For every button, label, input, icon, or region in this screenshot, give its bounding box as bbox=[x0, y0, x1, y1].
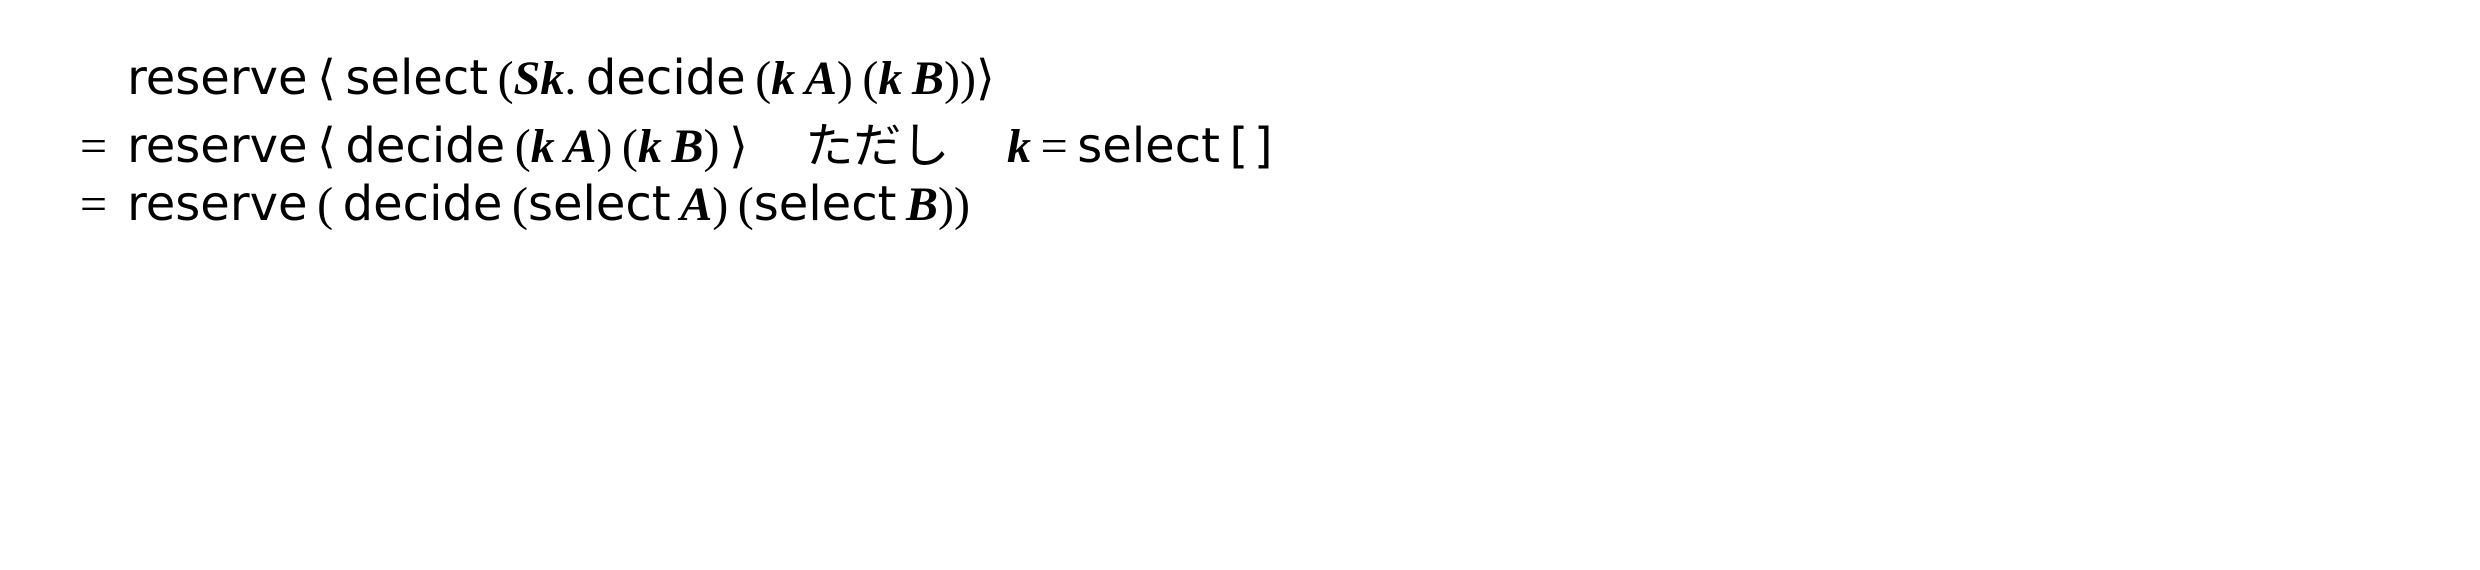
lparen: ( bbox=[317, 178, 333, 231]
tadashi-text: ただし bbox=[805, 118, 949, 174]
rparen: ) bbox=[712, 178, 728, 231]
var-k: k bbox=[540, 52, 564, 105]
lparen: ( bbox=[512, 178, 528, 231]
decide-keyword: decide bbox=[586, 50, 746, 106]
var-k: k bbox=[1007, 120, 1031, 173]
dot: . bbox=[564, 52, 576, 105]
equation-line-3: = reserve(decide(selectA)(selectB)) bbox=[80, 176, 1268, 232]
select-keyword: select bbox=[1077, 118, 1220, 174]
rparen: ) bbox=[944, 52, 960, 105]
langle: ⟨ bbox=[317, 52, 336, 105]
var-B: B bbox=[906, 178, 938, 231]
rparen: ) bbox=[954, 178, 970, 231]
reserve-keyword: reserve bbox=[127, 50, 307, 106]
rangle: ⟩ bbox=[976, 52, 995, 105]
lparen: ( bbox=[755, 52, 771, 105]
relation-symbol: = bbox=[80, 106, 127, 176]
rparen: ) bbox=[596, 120, 612, 173]
var-k: k bbox=[771, 52, 795, 105]
select-keyword: select bbox=[754, 176, 897, 232]
reserve-keyword: reserve bbox=[127, 176, 307, 232]
equation-derivation: reserve⟨select(Sk.decide(kA)(kB))⟩ = res… bbox=[80, 50, 1268, 232]
relation-symbol bbox=[80, 50, 127, 106]
var-k: k bbox=[638, 120, 662, 173]
select-keyword: select bbox=[528, 176, 671, 232]
var-k: k bbox=[878, 52, 902, 105]
eq-symbol: = bbox=[1041, 120, 1068, 173]
expression: reserve(decide(selectA)(selectB)) bbox=[127, 176, 1268, 232]
rparen: ) bbox=[837, 52, 853, 105]
var-A: A bbox=[680, 178, 712, 231]
equation-line-2: = reserve⟨decide(kA)(kB)⟩ただしk=select[ ] bbox=[80, 106, 1268, 176]
langle: ⟨ bbox=[317, 120, 336, 173]
var-A: A bbox=[805, 52, 837, 105]
var-B: B bbox=[912, 52, 944, 105]
rangle: ⟩ bbox=[729, 120, 748, 173]
decide-keyword: decide bbox=[345, 118, 505, 174]
decide-keyword: decide bbox=[343, 176, 503, 232]
rparen: ) bbox=[938, 178, 954, 231]
rparen: ) bbox=[960, 52, 976, 105]
rparen: ) bbox=[704, 120, 720, 173]
lparen: ( bbox=[498, 52, 514, 105]
lparen: ( bbox=[515, 120, 531, 173]
relation-symbol: = bbox=[80, 176, 127, 232]
var-k: k bbox=[531, 120, 555, 173]
equation-line-1: reserve⟨select(Sk.decide(kA)(kB))⟩ bbox=[80, 50, 1268, 106]
lparen: ( bbox=[862, 52, 878, 105]
lparen: ( bbox=[738, 178, 754, 231]
var-A: A bbox=[564, 120, 596, 173]
var-B: B bbox=[672, 120, 704, 173]
hole-context: [ ] bbox=[1230, 118, 1268, 174]
reserve-keyword: reserve bbox=[127, 118, 307, 174]
select-keyword: select bbox=[345, 50, 488, 106]
expression: reserve⟨decide(kA)(kB)⟩ただしk=select[ ] bbox=[127, 106, 1268, 176]
shift-operator: S bbox=[514, 52, 541, 105]
lparen: ( bbox=[622, 120, 638, 173]
expression: reserve⟨select(Sk.decide(kA)(kB))⟩ bbox=[127, 50, 1268, 106]
